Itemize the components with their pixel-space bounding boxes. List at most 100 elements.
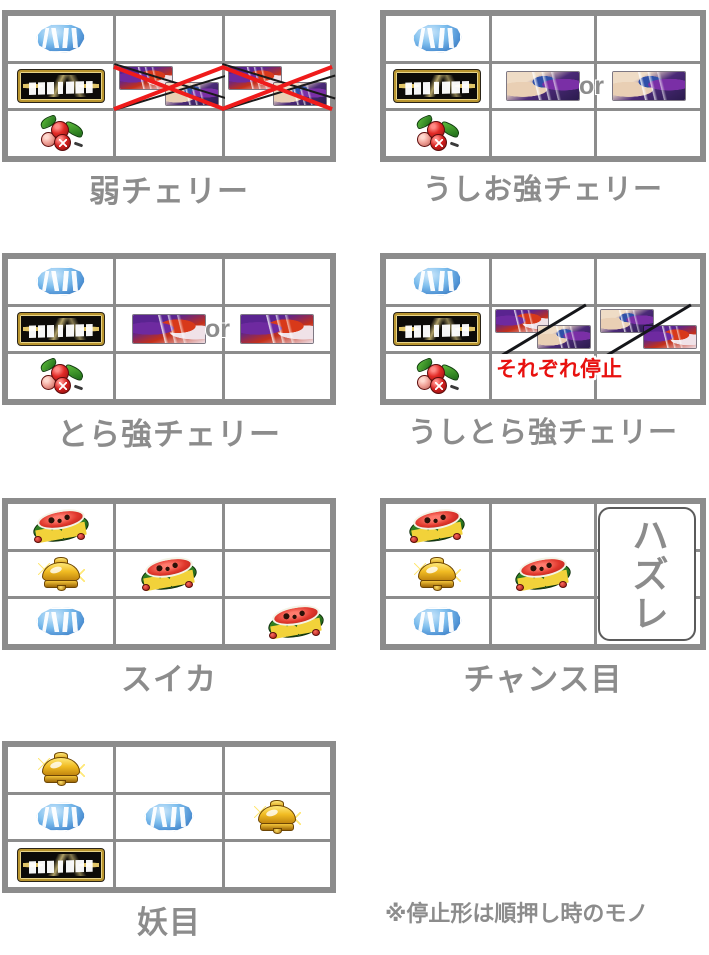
cell-r1c3 — [224, 16, 330, 61]
blue-gem-icon — [36, 802, 86, 832]
gold-bell-icon — [412, 556, 463, 591]
cell-r2c3 — [221, 63, 336, 111]
reel-grid — [2, 741, 336, 893]
cell-r3c2 — [116, 354, 222, 399]
cell-r2c1 — [8, 794, 114, 840]
cell-r3c1 — [8, 599, 114, 644]
cell-r1c2 — [491, 259, 595, 304]
cell-r3c2 — [116, 599, 222, 644]
cell-r2c2 — [491, 551, 595, 597]
panel-label: チャンス目 — [463, 662, 623, 697]
watermelon-icon — [407, 506, 468, 546]
watermelon-icon — [139, 553, 199, 594]
cell-r1c1 — [386, 504, 489, 549]
cell-r1c3 — [597, 259, 700, 304]
panel-label: うしお強チェリー — [422, 174, 663, 206]
cell-r3c2 — [116, 842, 222, 887]
ushio-beast-icon — [611, 70, 686, 101]
ushiotora-title-plate-icon — [17, 312, 104, 345]
footnote-text: ※停止形は順押し時のモノ — [385, 901, 649, 926]
watermelon-icon — [513, 553, 573, 594]
blue-gem-icon — [36, 23, 86, 53]
blue-gem-icon — [412, 266, 462, 296]
cell-r3c1 — [8, 111, 114, 156]
panel-label: 弱チェリー — [89, 174, 249, 209]
beast-pair — [597, 307, 700, 352]
blue-gem-icon — [412, 607, 462, 636]
cell-r3c1 — [386, 354, 489, 399]
blue-gem-icon — [36, 607, 86, 636]
cell-r3c2 — [491, 111, 595, 156]
panel-youme: 妖目 — [2, 741, 336, 938]
cell-r3c1 — [386, 111, 489, 156]
cell-r1c2 — [116, 504, 222, 549]
cell-r1c1 — [8, 504, 114, 549]
cell-r3c3 — [224, 354, 330, 399]
reel-grid: それぞれ停止 — [380, 253, 706, 405]
ushio-beast-icon — [505, 70, 580, 101]
reel-grid — [2, 10, 336, 162]
beast-pair — [492, 307, 595, 352]
cell-r2c3 — [224, 551, 330, 597]
cell-r1c2 — [116, 16, 222, 61]
cell-r2c3 — [597, 303, 700, 358]
cell-r2c3 — [597, 63, 700, 109]
or-separator-label: or — [205, 315, 230, 343]
cell-r1c1 — [8, 747, 114, 792]
cell-r2c3 — [224, 306, 330, 352]
blue-gem-icon — [36, 266, 86, 296]
reel-grid: or — [380, 10, 706, 162]
cell-r3c1 — [8, 842, 114, 887]
cell-r1c3 — [224, 259, 330, 304]
or-separator-label: or — [579, 72, 604, 100]
cell-r2c1 — [8, 551, 114, 597]
panel-ushitora-strong-cherry: それぞれ停止 うしとら強チェリー — [380, 253, 706, 448]
cell-r1c2 — [116, 259, 222, 304]
ushiotora-title-plate-icon — [394, 312, 481, 345]
reel-grid: or — [2, 253, 336, 405]
ushio-beast-icon — [273, 82, 327, 107]
panel-chance-pattern: ハズレ チャンス目 — [380, 498, 706, 695]
cell-r1c3 — [224, 747, 330, 792]
beast-pair — [116, 64, 221, 109]
ushio-beast-icon — [164, 82, 219, 107]
tora-beast-icon — [642, 325, 697, 350]
cell-r2c1 — [8, 63, 114, 109]
panel-label: うしとら強チェリー — [407, 417, 678, 449]
cell-r2c1 — [386, 306, 489, 352]
cell-r2c1 — [386, 551, 489, 597]
cell-r1c2 — [116, 747, 222, 792]
cherry-icon — [414, 113, 462, 152]
panel-tora-strong-cherry: or とら強チェリー — [2, 253, 336, 450]
cell-r1c2 — [491, 504, 595, 549]
reel-grid: ハズレ — [380, 498, 706, 650]
cell-r3c1 — [386, 599, 489, 644]
cell-r1c1 — [386, 16, 489, 61]
cell-r3c3 — [597, 111, 700, 156]
tora-beast-icon — [131, 313, 206, 344]
cell-r2c1 — [386, 63, 489, 109]
panel-label: 妖目 — [137, 905, 201, 940]
ushiotora-title-plate-icon — [394, 69, 481, 102]
ushio-beast-icon — [537, 325, 592, 350]
cell-r3c3 — [224, 111, 330, 156]
panel-watermelon: スイカ — [2, 498, 336, 695]
cell-r1c1 — [386, 259, 489, 304]
cell-r1c3 — [597, 16, 700, 61]
cell-r1c1 — [8, 16, 114, 61]
stop-note-label: それぞれ停止 — [496, 358, 622, 381]
cell-r2c2 — [116, 794, 222, 840]
panel-label: スイカ — [121, 662, 217, 697]
cell-r2c2 — [116, 551, 222, 597]
cell-r2c1 — [8, 306, 114, 352]
panel-weak-cherry: 弱チェリー — [2, 10, 336, 207]
cherry-icon — [38, 113, 86, 152]
ushiotora-title-plate-icon — [17, 69, 104, 102]
blue-gem-icon — [412, 23, 462, 53]
cell-r1c2 — [491, 16, 595, 61]
panel-ushio-strong-cherry: or うしお強チェリー — [380, 10, 706, 205]
watermelon-icon — [30, 506, 91, 546]
gold-bell-icon — [35, 556, 86, 591]
cell-r3c3 — [224, 599, 330, 644]
cell-r1c3 — [224, 504, 330, 549]
